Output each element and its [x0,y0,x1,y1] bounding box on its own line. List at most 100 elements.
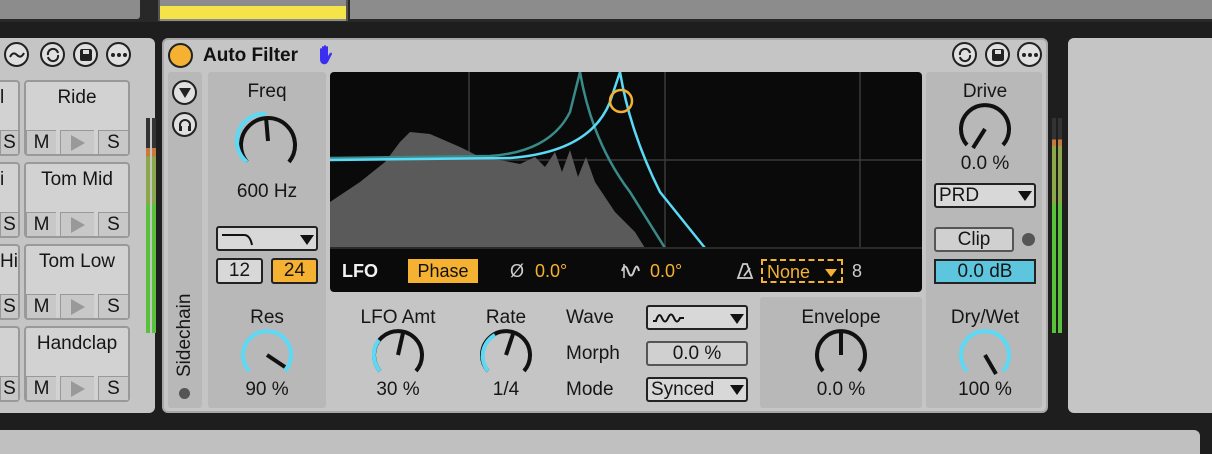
lfo-amount-knob[interactable] [367,326,429,382]
more-options-icon[interactable] [106,42,131,67]
top-right-slot[interactable] [350,0,1212,19]
lfo-sync-num: 8 [852,261,863,281]
freq-knob[interactable] [228,104,308,174]
clip-value[interactable]: 0.0 dB [934,259,1036,284]
chevron-down-icon [730,314,744,324]
pad-solo-button[interactable]: S [98,130,128,154]
lowpass-curve-icon [222,234,253,246]
pad-solo-button[interactable]: S [98,376,128,400]
clip-button[interactable]: Clip [934,227,1014,252]
drywet-knob[interactable] [954,326,1016,382]
pad-solo-button[interactable]: S [98,212,128,236]
device-on-toggle[interactable] [168,43,193,68]
mode-value: Synced [651,379,715,400]
wave-label: Wave [566,307,614,328]
slope-24-button[interactable]: 24 [271,258,318,284]
sine-wave-icon [653,313,684,323]
play-icon [70,217,85,233]
wave-offset-icon [621,264,640,278]
chevron-down-icon [825,269,837,277]
device-title: Auto Filter [203,45,298,66]
mode-label: Mode [566,379,614,400]
res-value[interactable]: 90 % [208,379,326,401]
meter-left-2 [152,118,156,333]
pad-left-solo-button[interactable]: S [0,212,18,236]
freq-value[interactable]: 600 Hz [208,181,326,203]
selected-clip-marker [160,6,346,19]
mode-select[interactable]: Synced [646,377,748,402]
pad-solo-button[interactable]: S [98,294,128,318]
pad-left-solo-button[interactable]: S [0,376,18,400]
pad-play-button[interactable] [60,294,94,318]
pad-left-solo-button[interactable]: S [0,294,18,318]
drive-mode-select[interactable]: PRD [934,183,1036,208]
lfo-phase-value[interactable]: 0.0° [535,261,567,282]
lfo-sync-select[interactable]: None [761,259,843,283]
play-icon [70,381,85,397]
next-device-area [1068,38,1212,413]
slope-12-button[interactable]: 12 [216,258,263,284]
chevron-down-icon [730,385,744,395]
more-options-icon[interactable] [1017,42,1042,67]
meter-left [146,118,150,333]
play-icon [70,299,85,315]
chain-icon[interactable] [4,42,29,67]
pad-mute-button[interactable]: M [26,212,56,236]
pad-play-button[interactable] [60,212,94,236]
chevron-down-icon [1018,191,1032,201]
res-knob[interactable] [236,326,298,382]
lfo-amount-value[interactable]: 30 % [348,379,448,401]
sidechain-indicator [179,388,190,399]
pad-mute-button[interactable]: M [26,130,56,154]
top-track-slot[interactable] [0,0,140,19]
rate-knob[interactable] [475,326,537,382]
hot-swap-icon[interactable] [952,42,977,67]
sidechain-label[interactable]: Sidechain [174,294,196,377]
metronome-icon [736,263,754,279]
meter-right-2 [1058,118,1062,333]
drive-mode-value: PRD [939,185,980,206]
spectrum-area [330,132,645,248]
pad-mute-button[interactable]: M [26,294,56,318]
pad-play-button[interactable] [60,130,94,154]
pad-name: Handclap [36,333,118,354]
pad-name: Ride [57,87,97,108]
lfo-sync-value: None [767,262,811,282]
play-icon [70,135,85,151]
sidechain-expand-icon[interactable] [172,80,197,105]
pad-name: Tom Low [38,251,116,272]
freq-label: Freq [247,81,287,102]
phase-symbol-icon: Ø [510,261,525,281]
save-preset-icon[interactable] [985,42,1010,67]
pad-left-label: l [0,87,5,108]
lfo-phase-button[interactable]: Phase [408,259,478,283]
drywet-value[interactable]: 100 % [926,379,1044,401]
hand-icon[interactable] [315,44,337,71]
lfo-label: LFO [342,261,378,281]
save-preset-icon[interactable] [73,42,98,67]
morph-value[interactable]: 0.0 % [646,341,748,366]
wave-select[interactable] [646,305,748,330]
pad-left-label: Hi [0,251,18,272]
pad-left-solo-button[interactable]: S [0,130,18,154]
drive-value[interactable]: 0.0 % [926,153,1044,175]
drive-knob[interactable] [954,100,1016,156]
morph-label: Morph [566,343,620,364]
chevron-down-icon [300,235,314,245]
pad-left-label: i [0,169,5,190]
bottom-panel [0,430,1200,454]
rate-value[interactable]: 1/4 [465,379,547,401]
filter-type-select[interactable] [216,226,318,251]
pad-name: Tom Mid [41,169,113,190]
lfo-offset-value[interactable]: 0.0° [650,261,682,282]
meter-right [1052,118,1056,333]
hot-swap-icon[interactable] [40,42,65,67]
pad-play-button[interactable] [60,376,94,400]
filter-handle [608,88,634,114]
envelope-value[interactable]: 0.0 % [760,379,922,401]
pad-mute-button[interactable]: M [26,376,56,400]
clip-indicator [1022,233,1035,246]
headphones-icon[interactable] [172,112,197,137]
envelope-knob[interactable] [810,326,872,382]
lfo-phase-label: Phase [417,261,469,281]
